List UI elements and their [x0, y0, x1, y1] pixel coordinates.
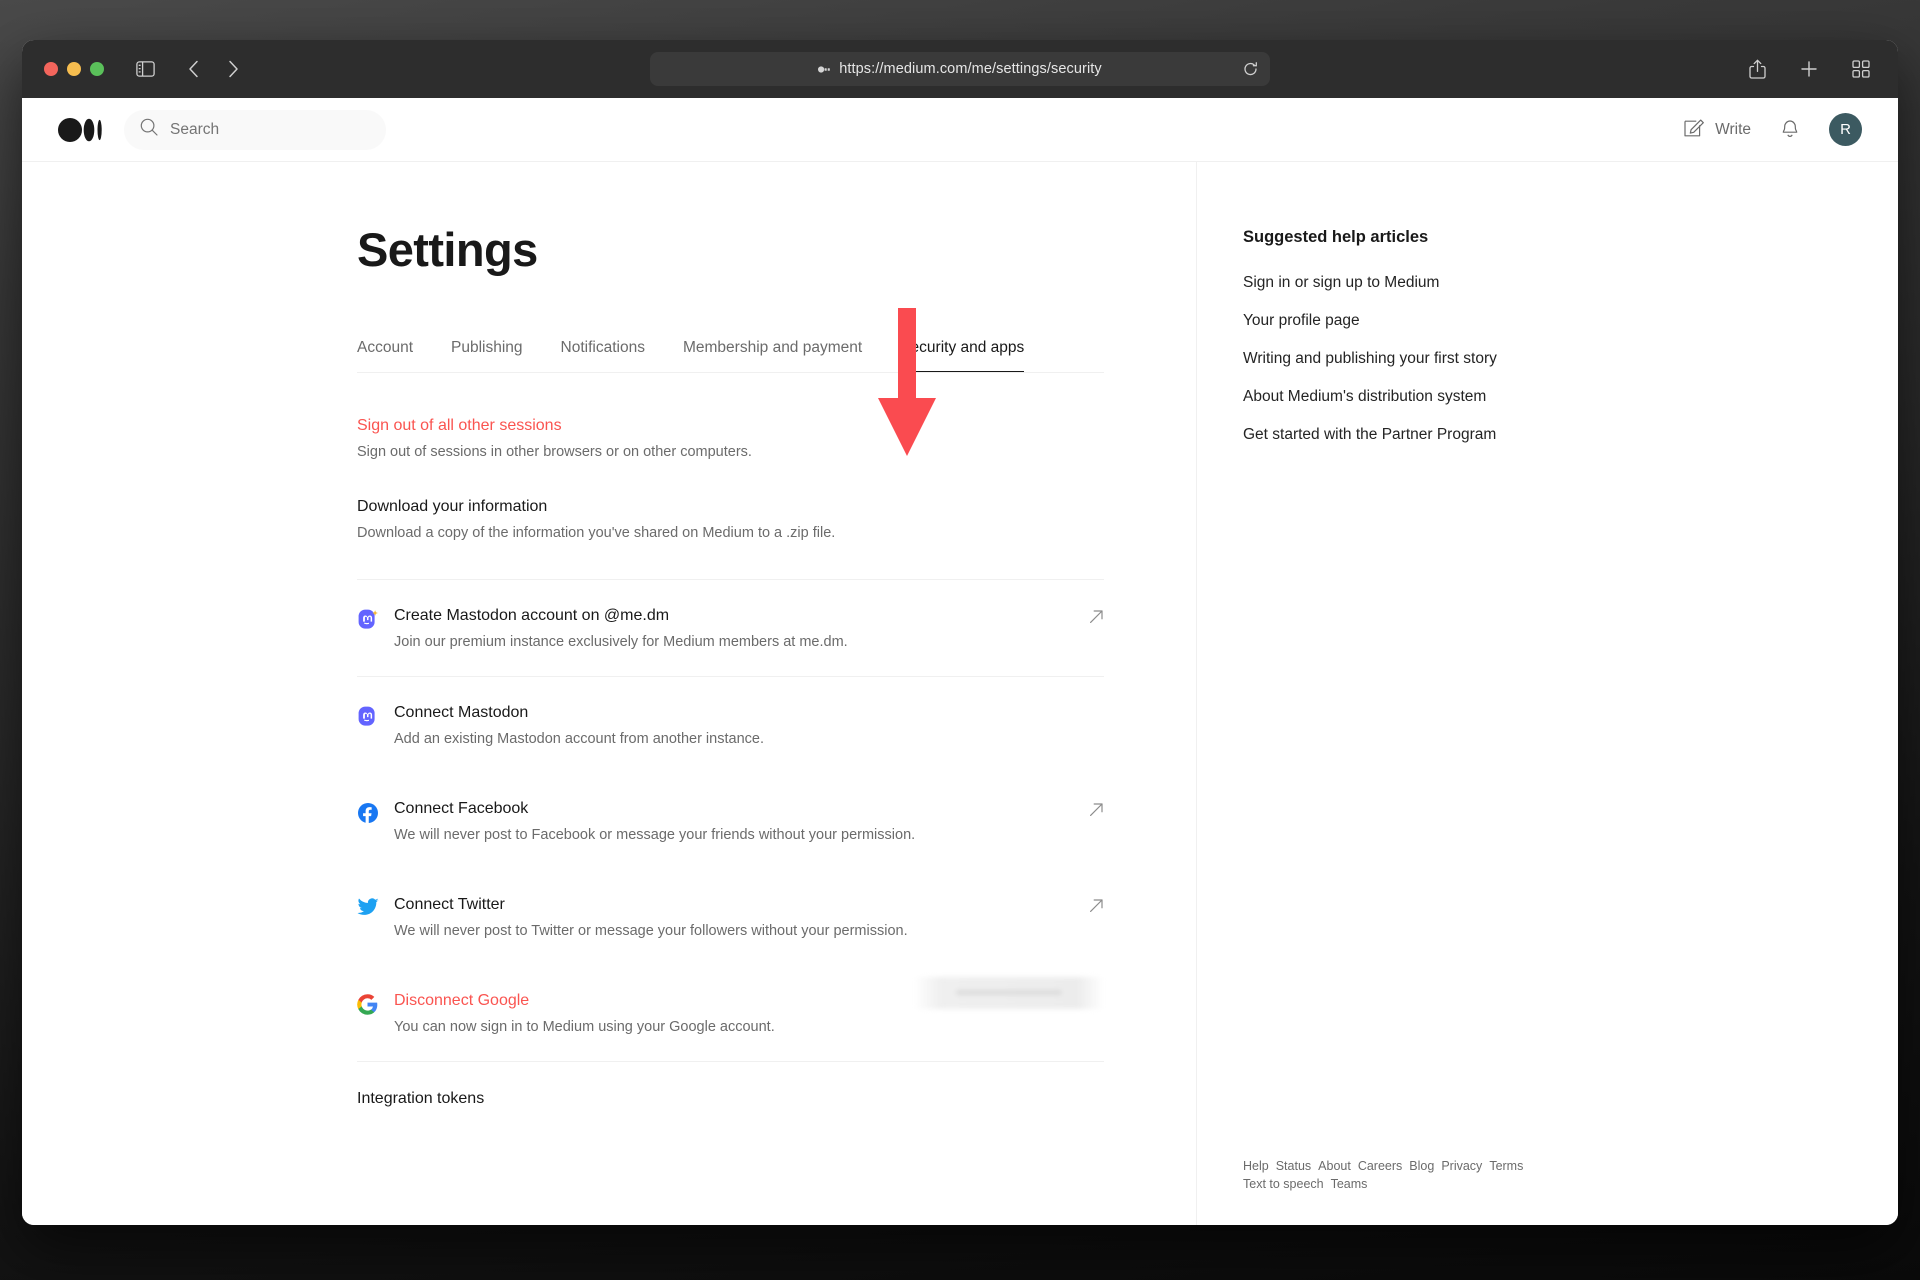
help-article-link[interactable]: Sign in or sign up to Medium: [1243, 274, 1898, 292]
share-icon[interactable]: [1742, 54, 1772, 84]
connected-app-row[interactable]: Create Mastodon account on @me.dm Join ou…: [357, 580, 1104, 676]
help-article-link[interactable]: Your profile page: [1243, 312, 1898, 330]
app-row-text: Connect Mastodon Add an existing Mastodon…: [394, 704, 1104, 747]
facebook-icon: [357, 802, 379, 829]
google-icon: [357, 994, 378, 1020]
window-traffic-lights[interactable]: [44, 62, 104, 76]
connected-apps-group: Create Mastodon account on @me.dm Join ou…: [357, 580, 1104, 1061]
app-icon-wrapper: [357, 802, 379, 829]
url-text: https://medium.com/me/settings/security: [839, 61, 1102, 77]
app-icon-wrapper: [357, 609, 379, 636]
app-row-subtitle: You can now sign in to Medium using your…: [394, 1019, 775, 1035]
footer-links: Help Status About Careers Blog Privacy Terms Te…: [1243, 1157, 1543, 1193]
mastodon-sparkle-icon: [357, 609, 379, 636]
help-article-link[interactable]: About Medium's distribution system: [1243, 388, 1898, 406]
settings-main-column: Settings Account Publishing Notifications M…: [22, 162, 1196, 1225]
settings-row-subtitle: Sign out of sessions in other browsers o…: [357, 444, 752, 460]
app-icon-wrapper: [357, 706, 379, 733]
footer-link[interactable]: Teams: [1331, 1175, 1368, 1193]
search-input[interactable]: Search: [124, 109, 386, 150]
app-row-title[interactable]: Create Mastodon account on @me.dm: [394, 607, 1077, 625]
reload-icon[interactable]: [1243, 62, 1258, 77]
settings-row-title[interactable]: Download your information: [357, 498, 1104, 516]
connected-app-row[interactable]: Connect Mastodon Add an existing Mastodon…: [357, 677, 1104, 773]
connected-app-row[interactable]: Connect Twitter We will never post to Twi…: [357, 869, 1104, 965]
settings-tabs: Account Publishing Notifications Membership…: [357, 339, 1104, 373]
write-pencil-icon: [1683, 116, 1705, 143]
settings-row-title[interactable]: Sign out of all other sessions: [357, 417, 1104, 435]
footer-link[interactable]: Terms: [1489, 1157, 1523, 1175]
write-label: Write: [1715, 120, 1751, 138]
simple-rows-group: Sign out of all other sessions Sign out o…: [357, 417, 1104, 541]
external-link-icon[interactable]: [1089, 609, 1104, 629]
connected-app-row[interactable]: Disconnect Google You can now sign in to …: [357, 965, 1104, 1061]
app-row-text: Create Mastodon account on @me.dm Join ou…: [394, 607, 1077, 650]
web-page: Search Write R Settings Account Publishi…: [22, 98, 1898, 1225]
new-tab-plus-icon[interactable]: [1794, 54, 1824, 84]
external-link-icon[interactable]: [1089, 802, 1104, 822]
tab-membership-and-payment[interactable]: Membership and payment: [683, 339, 862, 372]
sidebar-toggle-icon[interactable]: [130, 54, 160, 84]
help-links-list: Sign in or sign up to Medium Your profile…: [1243, 274, 1898, 444]
browser-window: https://medium.com/me/settings/security: [22, 40, 1898, 1225]
medium-site-header: Search Write R: [22, 98, 1898, 162]
medium-logo-icon[interactable]: [58, 117, 102, 142]
external-link-icon[interactable]: [1089, 898, 1104, 918]
app-row-text: Connect Facebook We will never post to Fa…: [394, 800, 1077, 843]
app-icon-wrapper: [357, 994, 379, 1020]
help-sidebar-title: Suggested help articles: [1243, 228, 1429, 246]
close-window-button[interactable]: [44, 62, 58, 76]
tab-account[interactable]: Account: [357, 339, 413, 372]
page-title: Settings: [357, 223, 538, 276]
app-row-title[interactable]: Connect Mastodon: [394, 704, 1104, 722]
app-row-subtitle: Join our premium instance exclusively fo…: [394, 634, 848, 650]
nav-forward-icon[interactable]: [218, 54, 248, 84]
app-row-text: Connect Twitter We will never post to Twi…: [394, 896, 1077, 939]
app-icon-wrapper: [357, 898, 379, 922]
tab-notifications[interactable]: Notifications: [561, 339, 645, 372]
integration-tokens-row[interactable]: Integration tokens: [357, 1062, 1104, 1108]
app-row-subtitle: We will never post to Facebook or messag…: [394, 827, 916, 843]
maximize-window-button[interactable]: [90, 62, 104, 76]
settings-row-subtitle: Download a copy of the information you'v…: [357, 525, 836, 541]
browser-toolbar: https://medium.com/me/settings/security: [22, 40, 1898, 98]
avatar[interactable]: R: [1829, 113, 1862, 146]
footer-link[interactable]: Careers: [1358, 1157, 1402, 1175]
medium-header-right: Write R: [1683, 113, 1862, 146]
app-row-title[interactable]: Connect Facebook: [394, 800, 1077, 818]
app-row-subtitle: We will never post to Twitter or message…: [394, 923, 908, 939]
footer-link[interactable]: Status: [1276, 1157, 1311, 1175]
tab-overview-icon[interactable]: [1846, 54, 1876, 84]
search-placeholder: Search: [170, 120, 220, 138]
nav-back-icon[interactable]: [178, 54, 208, 84]
connected-app-row[interactable]: Connect Facebook We will never post to Fa…: [357, 773, 1104, 869]
desktop-background: https://medium.com/me/settings/security: [0, 0, 1920, 1280]
mastodon-icon: [357, 706, 379, 733]
minimize-window-button[interactable]: [67, 62, 81, 76]
reader-view-icon[interactable]: [818, 65, 831, 74]
help-sidebar: Suggested help articles Sign in or sign …: [1196, 162, 1898, 1225]
settings-row: Download your information Download a copy…: [357, 498, 1104, 541]
browser-toolbar-right: [1742, 54, 1876, 84]
footer-link[interactable]: Text to speech: [1243, 1175, 1324, 1193]
redacted-account-label: [914, 977, 1104, 1009]
notifications-bell-icon[interactable]: [1779, 116, 1801, 144]
address-bar[interactable]: https://medium.com/me/settings/security: [650, 52, 1270, 86]
write-button[interactable]: Write: [1683, 116, 1751, 143]
help-article-link[interactable]: Writing and publishing your first story: [1243, 350, 1898, 368]
twitter-icon: [357, 898, 379, 922]
settings-row: Sign out of all other sessions Sign out o…: [357, 417, 1104, 460]
search-icon: [140, 118, 158, 141]
footer-link[interactable]: About: [1318, 1157, 1351, 1175]
tab-publishing[interactable]: Publishing: [451, 339, 523, 372]
footer-link[interactable]: Privacy: [1441, 1157, 1482, 1175]
help-article-link[interactable]: Get started with the Partner Program: [1243, 426, 1898, 444]
app-row-subtitle: Add an existing Mastodon account from an…: [394, 731, 764, 747]
app-row-title[interactable]: Connect Twitter: [394, 896, 1077, 914]
footer-link[interactable]: Blog: [1409, 1157, 1434, 1175]
settings-sections: Sign out of all other sessions Sign out o…: [357, 417, 1104, 1108]
footer-link[interactable]: Help: [1243, 1157, 1269, 1175]
page-body: Settings Account Publishing Notifications M…: [22, 162, 1898, 1225]
tab-security-and-apps[interactable]: Security and apps: [900, 339, 1025, 372]
